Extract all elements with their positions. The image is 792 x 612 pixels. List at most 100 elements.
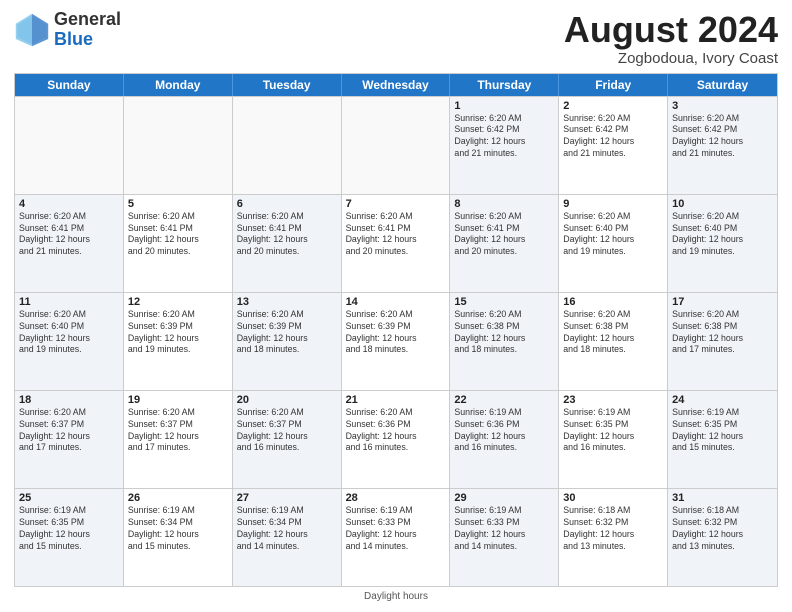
empty-cell <box>124 97 233 194</box>
day-cell-14: 14Sunrise: 6:20 AM Sunset: 6:39 PM Dayli… <box>342 293 451 390</box>
footer-note: Daylight hours <box>14 591 778 602</box>
day-number: 21 <box>346 394 446 406</box>
day-info: Sunrise: 6:18 AM Sunset: 6:32 PM Dayligh… <box>563 505 663 553</box>
day-cell-1: 1Sunrise: 6:20 AM Sunset: 6:42 PM Daylig… <box>450 97 559 194</box>
day-info: Sunrise: 6:19 AM Sunset: 6:35 PM Dayligh… <box>672 407 773 455</box>
day-of-week-sunday: Sunday <box>15 74 124 96</box>
day-info: Sunrise: 6:20 AM Sunset: 6:38 PM Dayligh… <box>563 309 663 357</box>
day-cell-23: 23Sunrise: 6:19 AM Sunset: 6:35 PM Dayli… <box>559 391 668 488</box>
empty-cell <box>15 97 124 194</box>
day-number: 8 <box>454 198 554 210</box>
day-info: Sunrise: 6:19 AM Sunset: 6:34 PM Dayligh… <box>128 505 228 553</box>
day-cell-16: 16Sunrise: 6:20 AM Sunset: 6:38 PM Dayli… <box>559 293 668 390</box>
day-info: Sunrise: 6:20 AM Sunset: 6:38 PM Dayligh… <box>672 309 773 357</box>
day-number: 6 <box>237 198 337 210</box>
day-info: Sunrise: 6:20 AM Sunset: 6:42 PM Dayligh… <box>454 113 554 161</box>
day-cell-4: 4Sunrise: 6:20 AM Sunset: 6:41 PM Daylig… <box>15 195 124 292</box>
day-of-week-monday: Monday <box>124 74 233 96</box>
calendar-header: SundayMondayTuesdayWednesdayThursdayFrid… <box>15 74 777 96</box>
day-info: Sunrise: 6:19 AM Sunset: 6:33 PM Dayligh… <box>454 505 554 553</box>
day-info: Sunrise: 6:20 AM Sunset: 6:40 PM Dayligh… <box>19 309 119 357</box>
day-number: 1 <box>454 100 554 112</box>
day-cell-12: 12Sunrise: 6:20 AM Sunset: 6:39 PM Dayli… <box>124 293 233 390</box>
day-number: 22 <box>454 394 554 406</box>
day-cell-8: 8Sunrise: 6:20 AM Sunset: 6:41 PM Daylig… <box>450 195 559 292</box>
month-year: August 2024 <box>564 10 778 50</box>
day-cell-22: 22Sunrise: 6:19 AM Sunset: 6:36 PM Dayli… <box>450 391 559 488</box>
day-info: Sunrise: 6:20 AM Sunset: 6:42 PM Dayligh… <box>672 113 773 161</box>
logo-general: General <box>54 9 121 29</box>
day-number: 23 <box>563 394 663 406</box>
day-of-week-wednesday: Wednesday <box>342 74 451 96</box>
day-info: Sunrise: 6:20 AM Sunset: 6:40 PM Dayligh… <box>563 211 663 259</box>
day-cell-15: 15Sunrise: 6:20 AM Sunset: 6:38 PM Dayli… <box>450 293 559 390</box>
day-number: 17 <box>672 296 773 308</box>
header: General Blue August 2024 Zogbodoua, Ivor… <box>14 10 778 67</box>
day-cell-9: 9Sunrise: 6:20 AM Sunset: 6:40 PM Daylig… <box>559 195 668 292</box>
day-number: 5 <box>128 198 228 210</box>
day-info: Sunrise: 6:19 AM Sunset: 6:34 PM Dayligh… <box>237 505 337 553</box>
logo-blue: Blue <box>54 29 93 49</box>
day-number: 15 <box>454 296 554 308</box>
day-info: Sunrise: 6:20 AM Sunset: 6:39 PM Dayligh… <box>237 309 337 357</box>
calendar-week-4: 18Sunrise: 6:20 AM Sunset: 6:37 PM Dayli… <box>15 390 777 488</box>
day-number: 2 <box>563 100 663 112</box>
day-of-week-tuesday: Tuesday <box>233 74 342 96</box>
day-number: 31 <box>672 492 773 504</box>
page: General Blue August 2024 Zogbodoua, Ivor… <box>0 0 792 612</box>
day-cell-28: 28Sunrise: 6:19 AM Sunset: 6:33 PM Dayli… <box>342 489 451 586</box>
day-cell-18: 18Sunrise: 6:20 AM Sunset: 6:37 PM Dayli… <box>15 391 124 488</box>
day-info: Sunrise: 6:20 AM Sunset: 6:41 PM Dayligh… <box>346 211 446 259</box>
day-info: Sunrise: 6:19 AM Sunset: 6:33 PM Dayligh… <box>346 505 446 553</box>
day-info: Sunrise: 6:20 AM Sunset: 6:37 PM Dayligh… <box>237 407 337 455</box>
day-number: 14 <box>346 296 446 308</box>
day-info: Sunrise: 6:20 AM Sunset: 6:36 PM Dayligh… <box>346 407 446 455</box>
day-number: 19 <box>128 394 228 406</box>
day-info: Sunrise: 6:20 AM Sunset: 6:42 PM Dayligh… <box>563 113 663 161</box>
day-cell-29: 29Sunrise: 6:19 AM Sunset: 6:33 PM Dayli… <box>450 489 559 586</box>
day-cell-2: 2Sunrise: 6:20 AM Sunset: 6:42 PM Daylig… <box>559 97 668 194</box>
day-of-week-friday: Friday <box>559 74 668 96</box>
day-number: 16 <box>563 296 663 308</box>
day-info: Sunrise: 6:19 AM Sunset: 6:35 PM Dayligh… <box>563 407 663 455</box>
day-number: 27 <box>237 492 337 504</box>
day-cell-31: 31Sunrise: 6:18 AM Sunset: 6:32 PM Dayli… <box>668 489 777 586</box>
day-number: 30 <box>563 492 663 504</box>
day-info: Sunrise: 6:20 AM Sunset: 6:38 PM Dayligh… <box>454 309 554 357</box>
day-number: 10 <box>672 198 773 210</box>
day-number: 4 <box>19 198 119 210</box>
calendar-week-3: 11Sunrise: 6:20 AM Sunset: 6:40 PM Dayli… <box>15 292 777 390</box>
day-info: Sunrise: 6:20 AM Sunset: 6:39 PM Dayligh… <box>128 309 228 357</box>
day-cell-24: 24Sunrise: 6:19 AM Sunset: 6:35 PM Dayli… <box>668 391 777 488</box>
logo: General Blue <box>14 10 121 50</box>
day-number: 7 <box>346 198 446 210</box>
day-info: Sunrise: 6:20 AM Sunset: 6:41 PM Dayligh… <box>237 211 337 259</box>
location: Zogbodoua, Ivory Coast <box>564 50 778 67</box>
calendar-week-5: 25Sunrise: 6:19 AM Sunset: 6:35 PM Dayli… <box>15 488 777 586</box>
day-cell-13: 13Sunrise: 6:20 AM Sunset: 6:39 PM Dayli… <box>233 293 342 390</box>
day-number: 20 <box>237 394 337 406</box>
day-info: Sunrise: 6:20 AM Sunset: 6:37 PM Dayligh… <box>19 407 119 455</box>
empty-cell <box>342 97 451 194</box>
logo-icon <box>14 12 50 48</box>
day-cell-10: 10Sunrise: 6:20 AM Sunset: 6:40 PM Dayli… <box>668 195 777 292</box>
day-cell-27: 27Sunrise: 6:19 AM Sunset: 6:34 PM Dayli… <box>233 489 342 586</box>
day-cell-17: 17Sunrise: 6:20 AM Sunset: 6:38 PM Dayli… <box>668 293 777 390</box>
day-info: Sunrise: 6:18 AM Sunset: 6:32 PM Dayligh… <box>672 505 773 553</box>
day-info: Sunrise: 6:20 AM Sunset: 6:37 PM Dayligh… <box>128 407 228 455</box>
day-info: Sunrise: 6:19 AM Sunset: 6:36 PM Dayligh… <box>454 407 554 455</box>
day-of-week-thursday: Thursday <box>450 74 559 96</box>
day-cell-5: 5Sunrise: 6:20 AM Sunset: 6:41 PM Daylig… <box>124 195 233 292</box>
day-number: 11 <box>19 296 119 308</box>
day-number: 18 <box>19 394 119 406</box>
day-info: Sunrise: 6:20 AM Sunset: 6:39 PM Dayligh… <box>346 309 446 357</box>
day-number: 29 <box>454 492 554 504</box>
empty-cell <box>233 97 342 194</box>
day-number: 28 <box>346 492 446 504</box>
day-cell-19: 19Sunrise: 6:20 AM Sunset: 6:37 PM Dayli… <box>124 391 233 488</box>
day-cell-21: 21Sunrise: 6:20 AM Sunset: 6:36 PM Dayli… <box>342 391 451 488</box>
day-number: 3 <box>672 100 773 112</box>
calendar-week-2: 4 Sunrise: 6:20 AM Sunset: 6:41 PM Daylig… <box>15 194 777 292</box>
day-cell-20: 20Sunrise: 6:20 AM Sunset: 6:37 PM Dayli… <box>233 391 342 488</box>
day-cell-30: 30Sunrise: 6:18 AM Sunset: 6:32 PM Dayli… <box>559 489 668 586</box>
